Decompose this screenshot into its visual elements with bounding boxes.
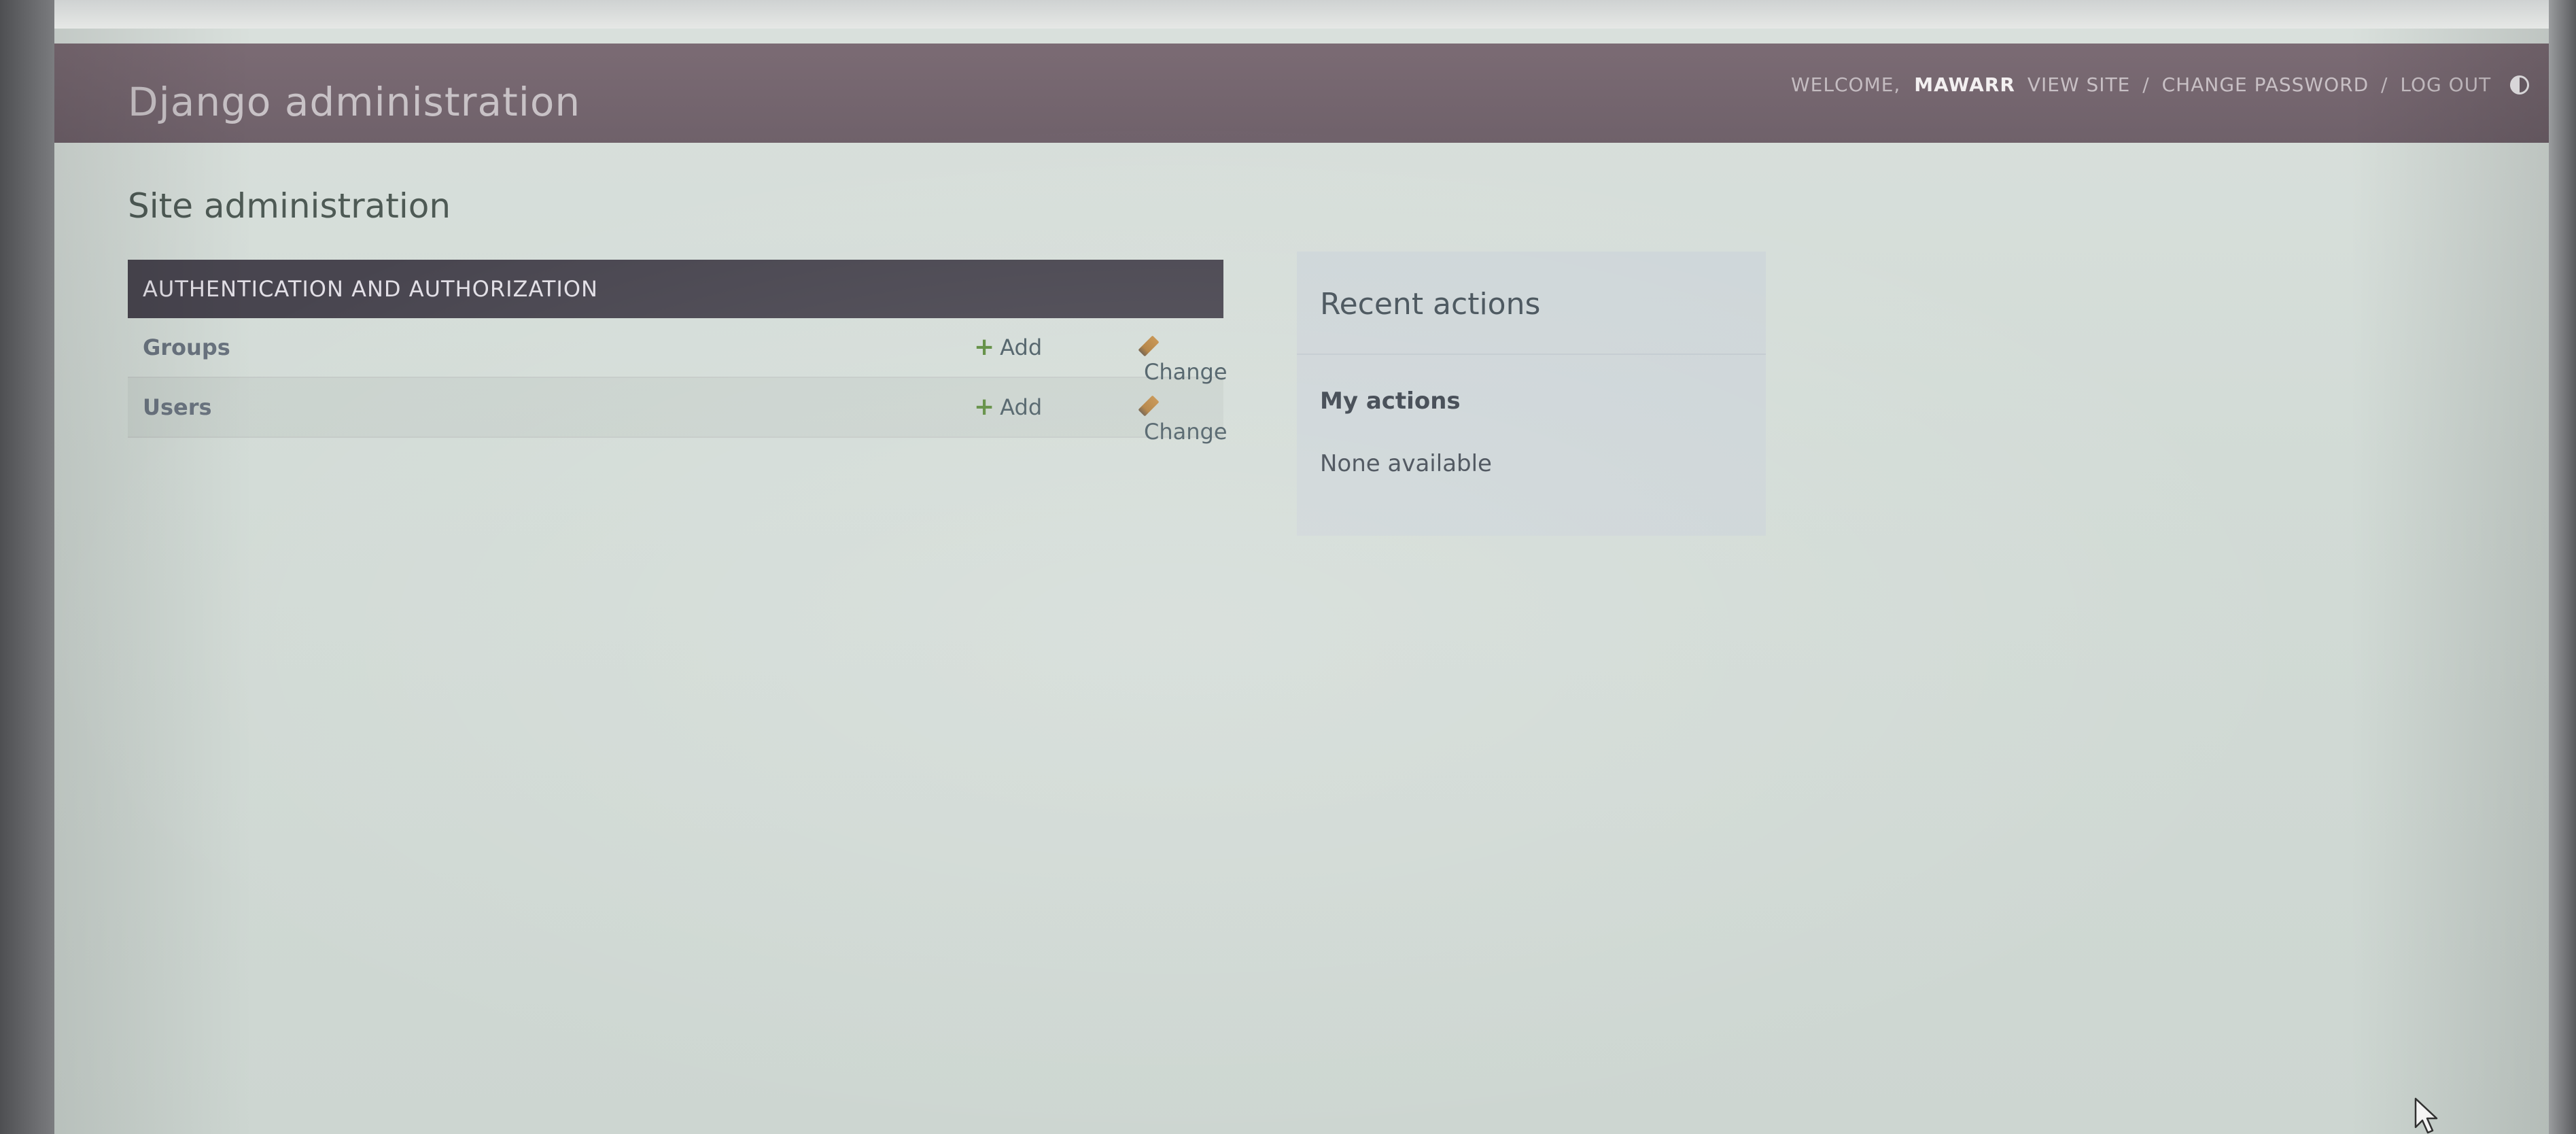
change-groups-button[interactable]: Change [1138,333,1228,385]
mouse-cursor-icon [2414,1097,2438,1134]
module-caption[interactable]: AUTHENTICATION AND AUTHORIZATION [128,260,1223,318]
monitor-bezel-right [2549,0,2576,1134]
recent-actions-title: Recent actions [1320,287,1541,322]
pencil-icon [1138,335,1160,357]
model-link-users[interactable]: Users [143,394,212,420]
user-tools: WELCOME, MAWARR VIEW SITE / CHANGE PASSW… [1791,73,2530,96]
separator: / [2381,73,2388,96]
model-row-users: Users + Add Change [128,378,1228,445]
view-site-link[interactable]: VIEW SITE [2027,73,2131,96]
recent-actions-panel: Recent actions My actions None available [1297,252,1766,536]
separator: / [2142,73,2150,96]
username: MAWARR [1914,73,2015,96]
divider [1297,354,1766,355]
pencil-icon [1138,395,1160,417]
welcome-label: WELCOME, [1791,73,1901,96]
app-module-auth: AUTHENTICATION AND AUTHORIZATION Groups … [128,260,1228,445]
plus-icon: + [974,393,995,421]
add-users-button[interactable]: + Add [974,393,1042,421]
add-groups-button[interactable]: + Add [974,333,1042,361]
change-users-button[interactable]: Change [1138,393,1228,445]
model-row-groups: Groups + Add Change [128,318,1228,385]
screen: Django administration WELCOME, MAWARR VI… [54,29,2549,1134]
change-label: Change [1144,419,1228,445]
my-actions-heading: My actions [1320,388,1461,415]
photo-top-edge [54,0,2549,29]
empty-actions-text: None available [1320,450,1492,477]
page-title: Site administration [128,186,451,226]
add-label: Add [1000,394,1043,420]
monitor-bezel-left [0,0,54,1134]
log-out-link[interactable]: LOG OUT [2400,73,2491,96]
site-branding[interactable]: Django administration [128,79,580,125]
add-label: Add [1000,334,1043,360]
plus-icon: + [974,333,995,361]
model-link-groups[interactable]: Groups [143,334,230,360]
change-password-link[interactable]: CHANGE PASSWORD [2162,73,2369,96]
header: Django administration WELCOME, MAWARR VI… [54,44,2549,143]
theme-toggle-icon[interactable] [2510,75,2530,94]
